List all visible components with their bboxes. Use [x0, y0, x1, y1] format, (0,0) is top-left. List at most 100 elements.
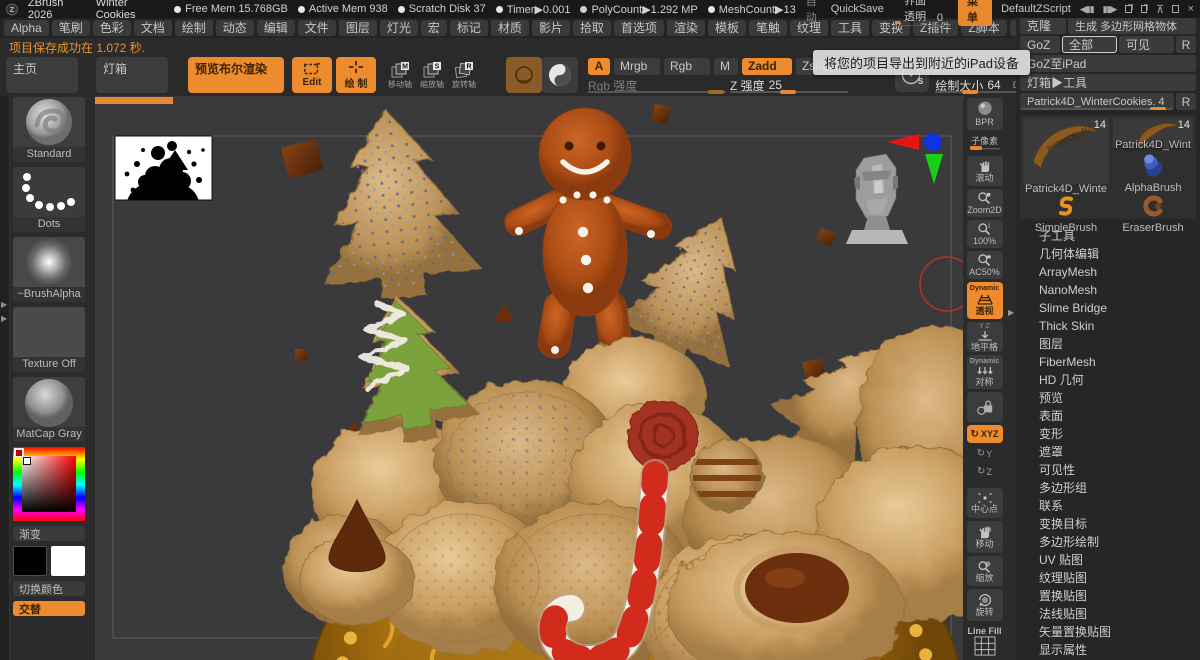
alternate-button[interactable]: 交替	[13, 601, 85, 616]
current-material-thumb[interactable]: MatCap Gray	[13, 377, 85, 442]
main-color-swatch[interactable]	[13, 546, 47, 576]
z-intensity-slider[interactable]: Z 强度25	[730, 78, 848, 93]
tool-menu-item[interactable]: 多边形组	[1020, 479, 1196, 497]
menu-stroke[interactable]: 笔触	[749, 20, 787, 36]
tool-menu-item[interactable]: 法线贴图	[1020, 605, 1196, 623]
rotate-y-button[interactable]: ↻Y	[967, 446, 1003, 461]
current-material-button[interactable]	[542, 57, 578, 93]
tool-menu-item[interactable]: 表面	[1020, 407, 1196, 425]
edit-button[interactable]: Edit	[292, 57, 332, 93]
bpr-button[interactable]: BPR	[967, 98, 1003, 130]
draw-button[interactable]: 绘 制	[336, 57, 376, 93]
eraser-brush-thumb[interactable]: EraserBrush	[1113, 195, 1193, 234]
tool-menu-item[interactable]: 变形	[1020, 425, 1196, 443]
move-view-button[interactable]: 移动	[967, 521, 1003, 553]
menu-macro[interactable]: 宏	[421, 20, 447, 36]
tool-menu-item[interactable]: 置换贴图	[1020, 587, 1196, 605]
current-texture-thumb[interactable]: Texture Off	[13, 307, 85, 372]
menu-document[interactable]: 文档	[134, 20, 172, 36]
tool-menu-item[interactable]: UV 贴图	[1020, 551, 1196, 569]
scroll-button[interactable]: 滚动	[967, 156, 1003, 186]
tray-arrow-icon[interactable]: ▶	[1, 314, 7, 323]
slider-nub[interactable]	[780, 90, 796, 94]
rotate-z-button[interactable]: ↻Z	[967, 464, 1003, 479]
tool-menu-item[interactable]: NanoMesh	[1020, 281, 1196, 299]
tool-menu-item[interactable]: 多边形绘制	[1020, 533, 1196, 551]
left-tray-divider[interactable]: ▶ ▶	[0, 96, 10, 660]
tool-menu-item[interactable]: 纹理贴图	[1020, 569, 1196, 587]
tool-menu-item[interactable]: HD 几何	[1020, 371, 1196, 389]
minimize-icon[interactable]: ⊼	[1156, 3, 1163, 16]
mode-mrgb-button[interactable]: Mrgb	[614, 58, 660, 75]
menu-brush[interactable]: 笔刷	[52, 20, 90, 36]
close-icon[interactable]: ×	[1188, 3, 1194, 15]
mode-m-button[interactable]: M	[714, 58, 738, 75]
store-config-icon[interactable]	[1125, 5, 1131, 13]
goz-visible-button[interactable]: 可见	[1119, 36, 1174, 53]
tray-arrow-icon[interactable]: ▶	[1008, 308, 1014, 317]
menu-edit[interactable]: 编辑	[257, 20, 295, 36]
rotate-xyz-button[interactable]: ↻XYZ	[967, 425, 1003, 443]
menu-stencil[interactable]: 模板	[708, 20, 746, 36]
tool-menu-item[interactable]: 可见性	[1020, 461, 1196, 479]
tool-menu-item[interactable]: 矢量置换贴图	[1020, 623, 1196, 641]
sv-selector[interactable]	[23, 457, 31, 465]
gyro-move-button[interactable]: M 移动轴	[384, 58, 416, 92]
menu-preferences[interactable]: 首选项	[614, 20, 664, 36]
scale-view-button[interactable]: 缩放	[967, 556, 1003, 586]
tool-menu-item[interactable]: 图层	[1020, 335, 1196, 353]
maximize-icon[interactable]	[1172, 5, 1178, 13]
color-picker[interactable]	[13, 447, 85, 521]
menu-draw[interactable]: 绘制	[175, 20, 213, 36]
goz-all-button[interactable]: 全部	[1062, 36, 1117, 53]
restore-config-icon[interactable]	[1141, 5, 1147, 13]
gradient-button[interactable]: 渐变	[13, 526, 85, 541]
slider-nub[interactable]	[962, 90, 978, 94]
zscript-prev-icon[interactable]: ◀▮▮	[1080, 4, 1094, 15]
menu-alpha[interactable]: Alpha	[4, 20, 49, 36]
tool-menu-item[interactable]: FiberMesh	[1020, 353, 1196, 371]
goz-r-button[interactable]: R	[1176, 36, 1196, 53]
floor-grid-button[interactable]: Y Z 地平格	[967, 322, 1003, 352]
tool-menu-item[interactable]: 联系	[1020, 497, 1196, 515]
switch-color-button[interactable]: 切换颜色	[13, 581, 85, 596]
menu-picker[interactable]: 拾取	[573, 20, 611, 36]
slider-nub[interactable]	[708, 90, 724, 94]
gyro-rotate-button[interactable]: R 旋转轴	[448, 58, 480, 92]
zscript-next-icon[interactable]: ▮▮▶	[1103, 4, 1117, 15]
tool-menu-item[interactable]: Thick Skin	[1020, 317, 1196, 335]
actual-size-button[interactable]: 1 100%	[967, 220, 1003, 248]
tool-menu-item[interactable]: 几何体编辑	[1020, 245, 1196, 263]
rotate-view-button[interactable]: 旋转	[967, 589, 1003, 621]
preview-boolean-button[interactable]: 预览布尔渲染	[188, 57, 284, 93]
menu-dynamic[interactable]: 动态	[216, 20, 254, 36]
symmetry-button[interactable]: Dynamic 对称	[967, 355, 1003, 389]
menu-color[interactable]: 色彩	[93, 20, 131, 36]
menu-light[interactable]: 灯光	[380, 20, 418, 36]
perspective-button[interactable]: Dynamic 透视	[967, 282, 1003, 319]
frame-center-button[interactable]: 中心点	[967, 488, 1003, 518]
tool-menu-item[interactable]: 变换目标	[1020, 515, 1196, 533]
gyro-scale-button[interactable]: S 缩放轴	[416, 58, 448, 92]
tray-arrow-icon[interactable]: ▶	[1, 300, 7, 309]
line-fill-button[interactable]: Line Fill	[967, 624, 1003, 658]
menu-render[interactable]: 渲染	[667, 20, 705, 36]
zscript-button[interactable]: DefaultZScript	[1001, 3, 1071, 15]
mode-rgb-button[interactable]: Rgb	[664, 58, 710, 75]
menu-material[interactable]: 材质	[491, 20, 529, 36]
aa-half-button[interactable]: AC50%	[967, 251, 1003, 279]
alpha-brush-thumb[interactable]: AlphaBrush	[1113, 153, 1193, 194]
active-tool-thumb[interactable]: PATRICK_4D 14	[1023, 118, 1109, 184]
goz-ipad-button[interactable]: GoZ至iPad	[1020, 55, 1196, 72]
current-stroke-button[interactable]	[506, 57, 542, 93]
tool-menu-item[interactable]: Slime Bridge	[1020, 299, 1196, 317]
tool-menu-item[interactable]: ArrayMesh	[1020, 263, 1196, 281]
current-brush-thumb[interactable]: Standard	[13, 97, 85, 162]
lightbox-tool-button[interactable]: 灯箱▶工具	[1020, 74, 1196, 91]
mode-zadd-button[interactable]: Zadd	[742, 58, 792, 75]
rgb-intensity-slider[interactable]: Rgb 强度	[588, 78, 726, 93]
mode-a-button[interactable]: A	[588, 58, 610, 75]
viewport-canvas[interactable]	[95, 96, 963, 660]
axis-z-icon[interactable]	[924, 133, 942, 151]
ui-opacity-slider[interactable]: 界面透明0	[893, 0, 949, 26]
